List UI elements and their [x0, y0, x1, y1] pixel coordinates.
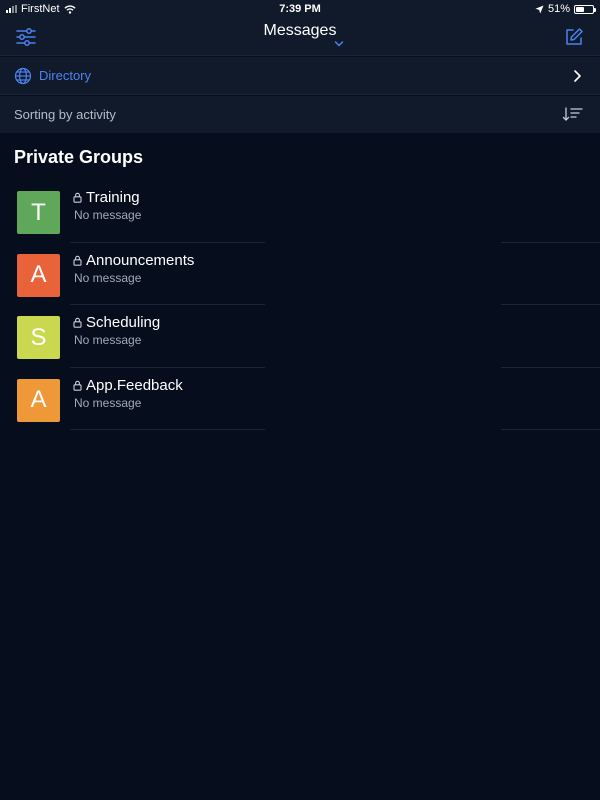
group-item-training[interactable]: T Training No message — [0, 180, 600, 243]
avatar: A — [17, 253, 60, 297]
sort-icon[interactable] — [562, 106, 584, 122]
group-subtitle: No message — [74, 395, 142, 410]
divider — [501, 429, 600, 430]
group-name: Training — [86, 189, 140, 206]
directory-label: Directory — [39, 68, 92, 83]
globe-icon — [14, 67, 32, 85]
directory-row[interactable]: Directory — [0, 57, 600, 95]
battery-percent: 51% — [547, 3, 570, 15]
avatar: T — [17, 191, 60, 234]
compose-icon[interactable] — [564, 27, 584, 47]
divider — [70, 429, 265, 430]
nav-bar: Messages — [0, 18, 600, 56]
battery-fill — [576, 6, 585, 12]
status-bar: FirstNet 7:39 PM 51% — [0, 0, 600, 18]
group-item-announcements[interactable]: A Announcements No message — [0, 243, 600, 305]
lock-icon — [73, 255, 82, 266]
group-name: Announcements — [86, 251, 195, 269]
group-list: T Training No message A Announcements No… — [0, 180, 600, 430]
page-title[interactable]: Messages — [0, 22, 600, 40]
group-subtitle: No message — [74, 333, 142, 347]
group-item-app-feedback[interactable]: A App.Feedback No message — [0, 368, 600, 430]
lock-icon — [73, 192, 82, 203]
group-subtitle: No message — [74, 208, 142, 222]
battery-icon — [574, 4, 596, 14]
status-time: 7:39 PM — [279, 3, 321, 15]
location-arrow-icon — [535, 4, 544, 14]
lock-icon — [73, 317, 82, 328]
group-subtitle: No message — [74, 270, 142, 285]
group-name: Scheduling — [86, 314, 161, 331]
avatar: S — [17, 316, 60, 359]
section-title: Private Groups — [14, 147, 144, 167]
group-name: App.Feedback — [86, 376, 183, 394]
group-item-scheduling[interactable]: S Scheduling No message — [0, 305, 600, 368]
chevron-down-icon[interactable] — [334, 40, 344, 48]
sort-label: Sorting by activity — [14, 107, 116, 122]
sort-row: Sorting by activity — [0, 96, 600, 133]
chevron-right-icon — [574, 70, 581, 82]
lock-icon — [73, 380, 82, 391]
avatar: A — [17, 378, 60, 422]
status-right: 51% — [535, 3, 596, 15]
